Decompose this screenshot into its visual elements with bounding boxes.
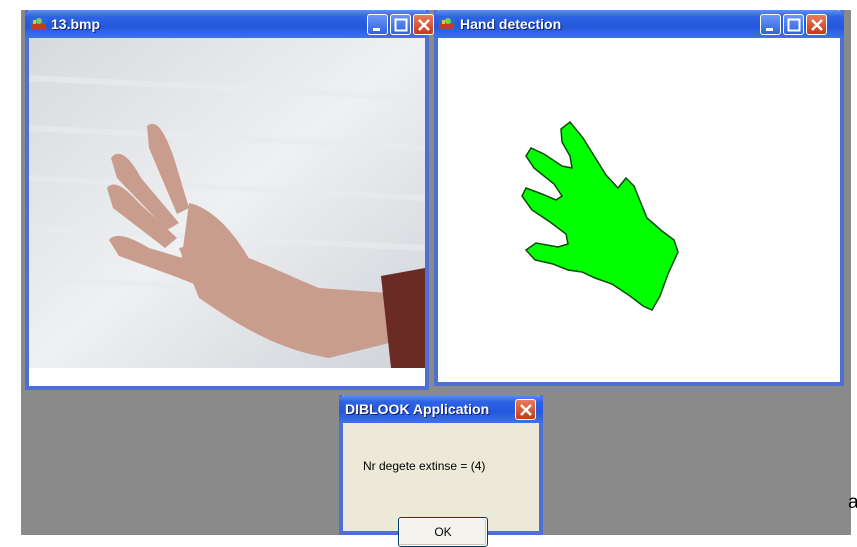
paint-app-icon (439, 18, 455, 30)
hand-photo (29, 38, 425, 386)
dialog-body: Nr degete extinse = (4) OK (343, 423, 539, 547)
minimize-icon (373, 28, 380, 31)
image-window[interactable]: 13.bmp (25, 10, 434, 390)
diblook-dialog[interactable]: DIBLOOK Application Nr degete extinse = … (339, 395, 543, 547)
hand-detection-window[interactable]: Hand detection (434, 10, 844, 386)
minimize-button[interactable] (760, 14, 781, 35)
hand-mask (521, 120, 679, 311)
hand-detection-titlebar[interactable]: Hand detection (434, 10, 844, 38)
minimize-button[interactable] (367, 14, 388, 35)
hand-detection-title: Hand detection (460, 16, 562, 32)
dialog-message: Nr degete extinse = (4) (363, 459, 486, 473)
detection-canvas (438, 38, 840, 382)
dialog-titlebar[interactable]: DIBLOOK Application (339, 395, 543, 423)
close-button[interactable] (515, 399, 536, 420)
minimize-icon (766, 28, 773, 31)
maximize-icon (394, 18, 408, 32)
hand-silhouette (521, 120, 679, 311)
image-window-titlebar[interactable]: 13.bmp (25, 10, 434, 38)
dialog-title: DIBLOOK Application (345, 401, 490, 417)
close-button[interactable] (806, 14, 827, 35)
maximize-icon (787, 18, 801, 32)
maximize-button[interactable] (783, 14, 804, 35)
close-icon (418, 19, 430, 31)
close-button[interactable] (413, 14, 434, 35)
maximize-button[interactable] (390, 14, 411, 35)
image-window-title: 13.bmp (51, 16, 101, 32)
close-icon (520, 404, 532, 416)
ok-button[interactable]: OK (398, 517, 488, 547)
close-icon (811, 19, 823, 31)
image-canvas (29, 38, 425, 386)
paint-app-icon (30, 18, 46, 30)
trailing-text: a (848, 492, 857, 513)
